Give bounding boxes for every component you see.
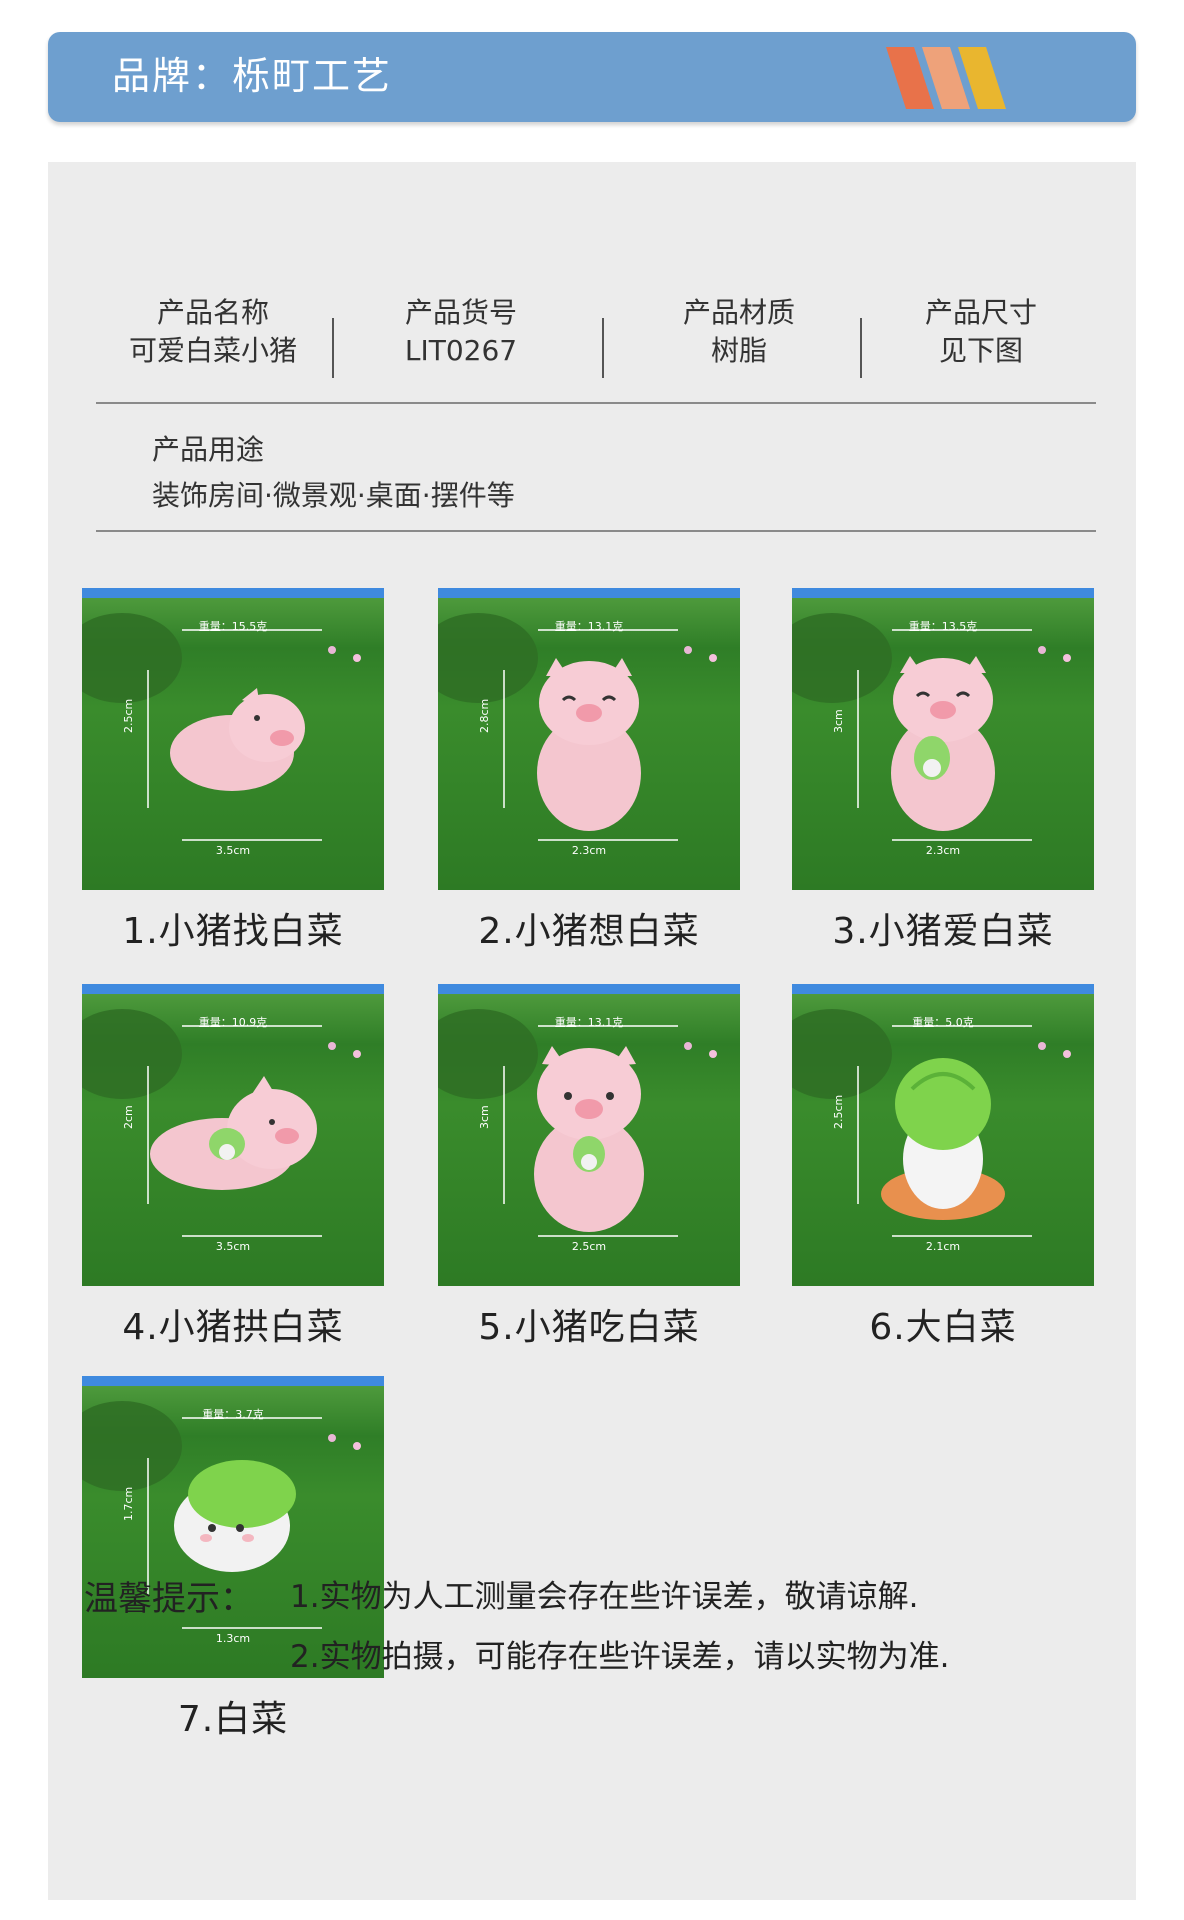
spec-name: 产品名称 可爱白菜小猪 bbox=[118, 294, 308, 370]
height-label: 2cm bbox=[122, 1105, 135, 1129]
height-label: 1.7cm bbox=[122, 1486, 135, 1521]
decor-stripes-icon bbox=[886, 47, 1006, 109]
width-label: 2.1cm bbox=[925, 1240, 961, 1253]
spec-label: 产品尺寸 bbox=[924, 296, 1037, 329]
spec-value: 树脂 bbox=[710, 334, 767, 367]
weight-label: 重量：13.1克 bbox=[554, 1016, 624, 1029]
spec-divider bbox=[332, 318, 334, 378]
spec-material: 产品材质 树脂 bbox=[644, 294, 834, 370]
height-label: 2.5cm bbox=[832, 1094, 845, 1129]
divider-line bbox=[96, 530, 1096, 532]
product-caption: 5.小猪吃白菜 bbox=[478, 1307, 700, 1348]
product-card: 重量：13.5克 3cm 2.3cm 3.小猪爱白菜 bbox=[792, 588, 1094, 956]
product-caption: 4.小猪拱白菜 bbox=[122, 1307, 344, 1348]
product-caption: 2.小猪想白菜 bbox=[478, 911, 700, 952]
product-caption: 1.小猪找白菜 bbox=[122, 911, 344, 952]
height-label: 2.8cm bbox=[478, 698, 491, 733]
spec-divider bbox=[602, 318, 604, 378]
spec-value: LIT0267 bbox=[404, 334, 518, 367]
product-caption: 7.白菜 bbox=[177, 1699, 289, 1740]
tips-line: 2.实物拍摄，可能存在些许误差，请以实物为准. bbox=[290, 1639, 950, 1675]
product-card: 重量：10.9克 2cm 3.5cm 4.小猪拱白菜 bbox=[82, 984, 384, 1352]
product-photo: 重量：10.9克 2cm 3.5cm bbox=[82, 984, 384, 1286]
product-card: 重量：13.1克 2.8cm 2.3cm 2.小猪想白菜 bbox=[438, 588, 740, 956]
width-label: 2.5cm bbox=[571, 1240, 607, 1253]
product-card: 重量：3.7克 1.7cm 1.3cm 7.白菜 bbox=[82, 1376, 384, 1744]
product-photo: 重量：3.7克 1.7cm 1.3cm bbox=[82, 1376, 384, 1678]
spec-value: 可爱白菜小猪 bbox=[128, 334, 297, 367]
width-label: 3.5cm bbox=[215, 844, 251, 857]
usage-value: 装饰房间·微景观·桌面·摆件等 bbox=[152, 479, 515, 512]
product-photo: 重量：15.5克 2.5cm 3.5cm bbox=[82, 588, 384, 890]
spec-label: 产品名称 bbox=[156, 296, 269, 329]
height-label: 3cm bbox=[832, 709, 845, 733]
weight-label: 重量：3.7克 bbox=[202, 1408, 264, 1421]
spec-divider bbox=[860, 318, 862, 378]
spec-sku: 产品货号 LIT0267 bbox=[366, 294, 556, 370]
weight-label: 重量：13.5克 bbox=[908, 620, 978, 633]
product-photo: 重量：5.0克 2.5cm 2.1cm bbox=[792, 984, 1094, 1286]
width-label: 3.5cm bbox=[215, 1240, 251, 1253]
product-caption: 6.大白菜 bbox=[869, 1307, 1017, 1348]
spec-row: 产品名称 可爱白菜小猪 产品货号 LIT0267 产品材质 树脂 产品尺寸 见下… bbox=[96, 294, 1136, 394]
product-card: 重量：15.5克 2.5cm 3.5cm 1.小猪找白菜 bbox=[82, 588, 384, 956]
product-photo: 重量：13.1克 2.8cm 2.3cm bbox=[438, 588, 740, 890]
tips-line: 1.实物为人工测量会存在些许误差，敬请谅解. bbox=[290, 1579, 919, 1615]
product-card: 重量：13.1克 3cm 2.5cm 5.小猪吃白菜 bbox=[438, 984, 740, 1352]
tips-label: 温馨提示： bbox=[84, 1579, 254, 1619]
width-label: 2.3cm bbox=[571, 844, 607, 857]
width-label: 2.3cm bbox=[925, 844, 961, 857]
spec-label: 产品材质 bbox=[682, 296, 795, 329]
spec-label: 产品货号 bbox=[404, 296, 517, 329]
height-label: 3cm bbox=[478, 1105, 491, 1129]
usage-label: 产品用途 bbox=[152, 433, 265, 466]
product-caption: 3.小猪爱白菜 bbox=[832, 911, 1054, 952]
product-photo: 重量：13.5克 3cm 2.3cm bbox=[792, 588, 1094, 890]
spec-value: 见下图 bbox=[938, 334, 1023, 367]
height-label: 2.5cm bbox=[122, 698, 135, 733]
divider-line bbox=[96, 402, 1096, 404]
spec-size: 产品尺寸 见下图 bbox=[886, 294, 1076, 370]
weight-label: 重量：5.0克 bbox=[912, 1016, 974, 1029]
weight-label: 重量：15.5克 bbox=[198, 620, 268, 633]
weight-label: 重量：13.1克 bbox=[554, 620, 624, 633]
weight-label: 重量：10.9克 bbox=[198, 1016, 268, 1029]
brand-title: 品牌：栎町工艺 bbox=[112, 54, 393, 98]
product-photo: 重量：13.1克 3cm 2.5cm bbox=[438, 984, 740, 1286]
product-card: 重量：5.0克 2.5cm 2.1cm 6.大白菜 bbox=[792, 984, 1094, 1352]
brand-banner: 品牌：栎町工艺 bbox=[48, 32, 1136, 122]
